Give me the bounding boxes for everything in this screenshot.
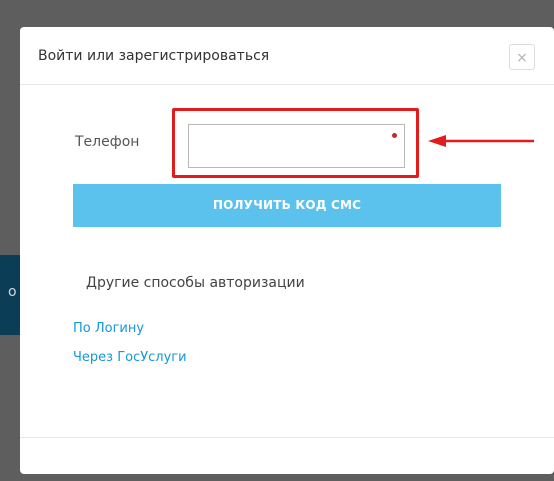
login-by-username-link[interactable]: По Логину	[73, 321, 144, 336]
login-via-gosuslugi-link[interactable]: Через ГосУслуги	[73, 350, 187, 365]
close-icon: ×	[516, 50, 528, 66]
footer-divider	[20, 437, 554, 438]
phone-label: Телефон	[75, 134, 140, 150]
annotation-arrow-icon	[428, 135, 534, 147]
required-indicator-icon	[392, 133, 397, 138]
other-auth-methods-heading: Другие способы авторизации	[86, 275, 305, 291]
phone-input[interactable]	[188, 124, 405, 168]
get-sms-code-button[interactable]: ПОЛУЧИТЬ КОД СМС	[73, 184, 501, 227]
background-text-fragment: o	[8, 284, 17, 300]
login-modal: Войти или зарегистрироваться × Телефон П…	[20, 27, 554, 474]
modal-header: Войти или зарегистрироваться ×	[20, 27, 554, 85]
close-button[interactable]: ×	[509, 44, 535, 70]
modal-title: Войти или зарегистрироваться	[38, 48, 270, 64]
